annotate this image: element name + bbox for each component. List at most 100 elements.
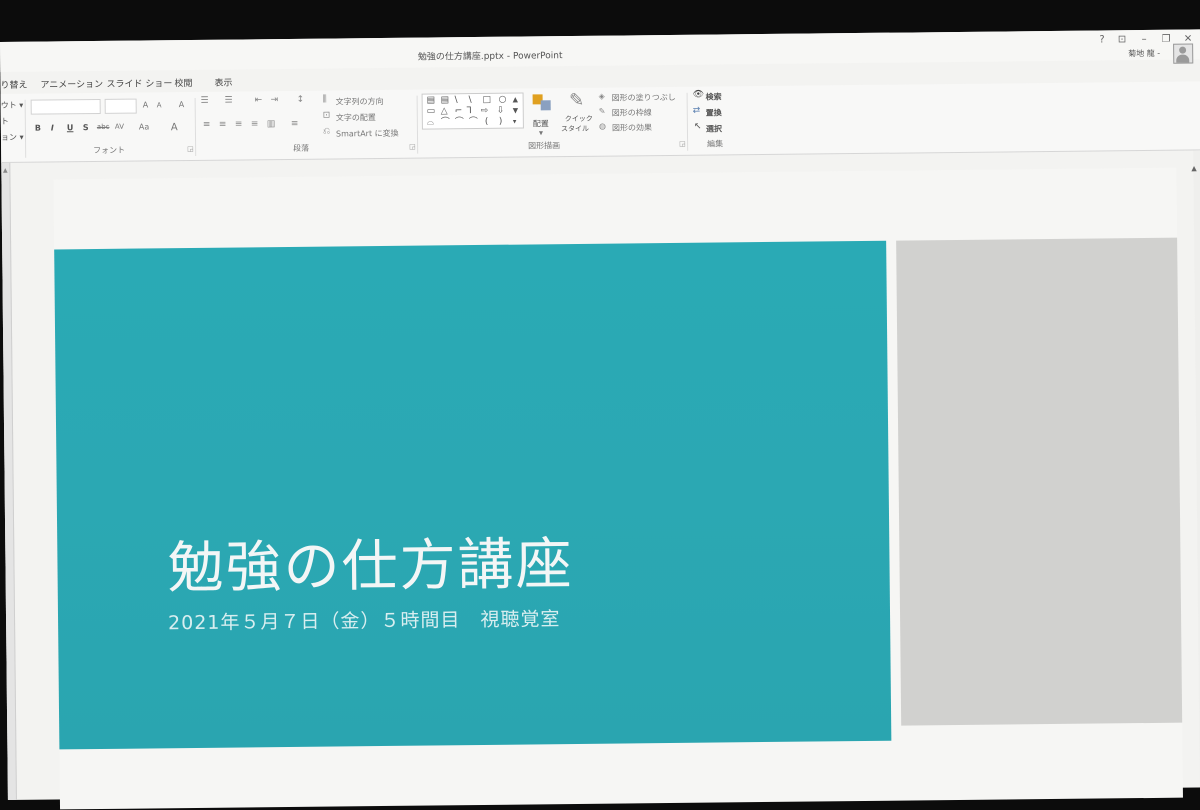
rectangle-shape-icon[interactable]: □ <box>483 95 492 105</box>
account-name[interactable]: 菊地 龍 - <box>1128 48 1160 59</box>
italic-button[interactable]: I <box>51 123 54 132</box>
strikethrough-button[interactable]: abc <box>97 123 110 131</box>
scrollbar-up-icon[interactable]: ▲ <box>1191 164 1196 172</box>
pen-icon: ✎ <box>598 106 606 116</box>
change-case-button[interactable]: Aa <box>139 122 149 131</box>
help-button[interactable]: ? <box>1094 34 1110 45</box>
more-shapes-icon[interactable]: ▾ <box>513 117 517 127</box>
grow-font-button[interactable]: A <box>143 100 149 109</box>
tab-review[interactable]: 校閲 <box>174 76 192 89</box>
font-size-box[interactable] <box>104 98 137 114</box>
right-bracket-shape-icon[interactable]: ) <box>499 117 503 127</box>
section-button[interactable]: ョン ▾ <box>1 132 24 143</box>
font-group-label: フォント <box>93 145 126 156</box>
align-text-button[interactable]: 文字の配置 <box>336 112 376 123</box>
arc-shape-icon[interactable]: ⌒ <box>455 117 464 127</box>
decrease-indent-icon[interactable]: ⇤ <box>255 95 263 105</box>
reset-button[interactable]: ト <box>1 116 9 127</box>
bold-button[interactable]: B <box>35 124 41 133</box>
triangle-shape-icon[interactable]: △ <box>441 106 448 116</box>
shadow-button[interactable]: S <box>83 123 89 132</box>
arrow-shape-icon[interactable]: \ <box>469 95 472 105</box>
shrink-font-button[interactable]: A <box>157 101 162 109</box>
vertical-textbox-shape-icon[interactable]: ▤ <box>441 95 450 105</box>
freeform-shape-icon[interactable]: ⌓ <box>427 117 434 127</box>
align-text-icon: ⊡ <box>322 110 331 121</box>
tab-animations[interactable]: アニメーション <box>40 77 103 91</box>
columns-icon[interactable]: ▥ <box>267 119 276 129</box>
numbering-icon[interactable]: ☰ <box>225 96 233 106</box>
line-spacing-icon[interactable]: ↕ <box>297 95 305 105</box>
shape-outline-button[interactable]: 図形の枠線 <box>612 107 652 118</box>
tab-slideshow[interactable]: スライド ショー <box>106 76 172 90</box>
thumbnail-pane-edge[interactable] <box>1 162 17 800</box>
rounded-rectangle-shape-icon[interactable]: ▭ <box>427 106 436 116</box>
quick-styles-label-1[interactable]: クイック <box>565 114 593 124</box>
wave-shape-icon[interactable]: ⌒ <box>469 117 478 127</box>
oval-shape-icon[interactable]: ○ <box>499 95 507 105</box>
side-decoration-panel <box>896 237 1183 726</box>
text-direction-button[interactable]: 文字列の方向 <box>336 96 384 108</box>
scroll-down-icon[interactable]: ▼ <box>513 106 518 116</box>
scroll-up-arrow-icon[interactable]: ▲ <box>1 167 9 174</box>
align-left-icon[interactable]: ≡ <box>203 120 211 130</box>
select-button[interactable]: 選択 <box>706 123 722 134</box>
arrange-dropdown-icon[interactable]: ▾ <box>539 128 543 137</box>
character-spacing-button[interactable]: AV <box>115 123 124 131</box>
align-right-icon[interactable]: ≡ <box>235 119 243 129</box>
convert-to-smartart-button[interactable]: SmartArt に変換 <box>336 128 399 140</box>
paragraph-group-label: 段落 <box>293 143 310 153</box>
quick-styles-icon[interactable]: ✎ <box>567 90 587 112</box>
bullets-icon[interactable]: ☰ <box>201 96 209 106</box>
divider <box>416 95 419 154</box>
divider <box>194 97 197 156</box>
quick-styles-label-2[interactable]: スタイル <box>561 124 589 134</box>
left-bracket-shape-icon[interactable]: ( <box>485 117 489 127</box>
ribbon-display-options-icon[interactable]: ⊡ <box>1114 34 1130 45</box>
clear-formatting-button[interactable]: A <box>179 100 185 109</box>
line-shape-icon[interactable]: \ <box>455 95 458 105</box>
avatar[interactable] <box>1173 43 1194 64</box>
replace-button[interactable]: 置換 <box>706 107 722 118</box>
shape-fill-button[interactable]: 図形の塗りつぶし <box>612 92 676 104</box>
slide-canvas[interactable]: 勉強の仕方講座 2021年５月７日（金）５時間目 視聴覚室 <box>53 167 1183 810</box>
curve-shape-icon[interactable]: ⌒ <box>441 117 450 127</box>
text-direction-icon: ⫼ <box>322 94 327 105</box>
paragraph-dialog-launcher-icon[interactable]: ◲ <box>409 143 416 151</box>
underline-button[interactable]: U <box>67 123 74 132</box>
elbow-connector-shape-icon[interactable]: ⌐ <box>455 106 463 116</box>
elbow-arrow-shape-icon[interactable]: ⅂ <box>467 106 472 116</box>
cursor-icon: ↖ <box>693 121 702 132</box>
find-button[interactable]: 検索 <box>706 91 722 102</box>
increase-indent-icon[interactable]: ⇥ <box>271 95 279 105</box>
slide-subtitle[interactable]: 2021年５月７日（金）５時間目 視聴覚室 <box>168 604 561 635</box>
title-background-panel <box>54 240 892 750</box>
paint-bucket-icon: ◈ <box>598 91 605 101</box>
shapes-gallery[interactable]: ▤ ▤ \ \ □ ○ ▭ △ ⌐ ⅂ ⇨ ⇩ ⌓ ⌒ ⌒ ⌒ ( ) ▲ ▼ … <box>421 92 524 130</box>
justify-icon[interactable]: ≡ <box>251 119 259 129</box>
down-arrow-shape-icon[interactable]: ⇩ <box>497 106 505 116</box>
replace-icon: ⇄ <box>692 105 701 116</box>
title-bar: 勉強の仕方講座.pptx - PowerPoint ? ⊡ – ❐ ✕ 菊地 龍… <box>0 29 1200 72</box>
slide-title[interactable]: 勉強の仕方講座 <box>167 519 574 604</box>
minimize-button[interactable]: – <box>1136 34 1152 45</box>
right-arrow-shape-icon[interactable]: ⇨ <box>481 106 489 116</box>
restore-button[interactable]: ❐ <box>1158 34 1174 45</box>
shape-effects-button[interactable]: 図形の効果 <box>612 122 652 133</box>
drawing-group-label: 図形描画 <box>528 141 561 151</box>
vertical-scrollbar[interactable] <box>1193 150 1200 788</box>
editing-group-label: 編集 <box>707 139 724 149</box>
distributed-icon[interactable]: ≡ <box>291 119 299 129</box>
layout-button[interactable]: ウト ▾ <box>1 100 24 111</box>
scroll-up-icon[interactable]: ▲ <box>513 95 518 105</box>
align-center-icon[interactable]: ≡ <box>219 120 227 130</box>
drawing-dialog-launcher-icon[interactable]: ◲ <box>679 140 686 148</box>
textbox-shape-icon[interactable]: ▤ <box>427 95 436 105</box>
tab-transitions[interactable]: り替え <box>0 78 27 91</box>
smartart-icon: ⎌ <box>322 126 331 137</box>
font-dialog-launcher-icon[interactable]: ◲ <box>187 145 194 153</box>
tab-view[interactable]: 表示 <box>214 76 232 89</box>
font-color-button[interactable]: A <box>171 122 178 133</box>
font-name-box[interactable] <box>30 98 101 115</box>
arrange-icon[interactable] <box>531 92 555 114</box>
